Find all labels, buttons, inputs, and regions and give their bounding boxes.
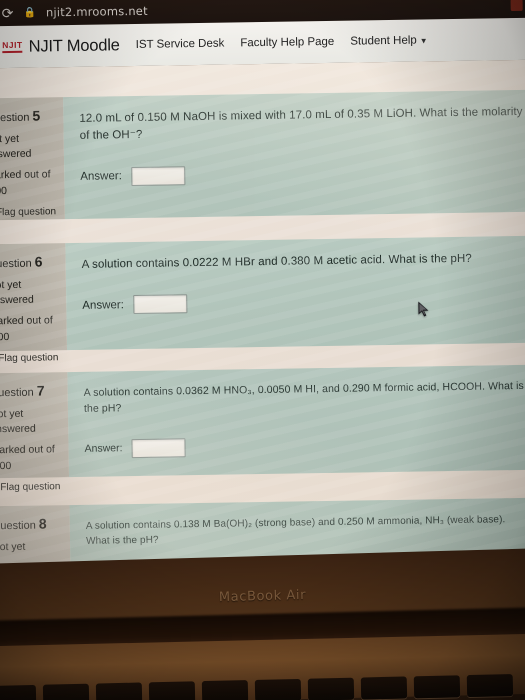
- nav-link-ist-service-desk[interactable]: IST Service Desk: [136, 38, 225, 51]
- question-7-flag-button[interactable]: ⚑Flag question: [0, 480, 63, 496]
- chrome-right-corner: [510, 0, 525, 12]
- question-7-text: A solution contains 0.0362 M HNO₃, 0.005…: [83, 379, 524, 415]
- question-6-status: Not yet answered: [0, 278, 34, 307]
- keyboard-key: [360, 676, 408, 700]
- keyboard-key: [413, 675, 461, 699]
- question-6-flag-label: Flag question: [0, 352, 59, 364]
- app-badge-icon: [510, 0, 523, 12]
- question-5-info-panel: Question 5 Not yet answered Marked out o…: [0, 97, 65, 221]
- question-6-marks: Marked out of 1.00: [0, 314, 53, 343]
- question-5-status: Not yet answered: [0, 132, 32, 161]
- question-8-number-value: 8: [38, 515, 47, 532]
- njit-logo-icon: NJIT: [2, 40, 23, 53]
- question-block-6: Question 6 Not yet answered Marked out o…: [0, 235, 525, 364]
- address-bar-url[interactable]: njit2.mrooms.net: [46, 4, 148, 20]
- keyboard-key: [95, 682, 143, 700]
- site-brand[interactable]: NJIT NJIT Moodle: [2, 36, 120, 57]
- laptop-photograph: ⟳ 🔒 njit2.mrooms.net NJIT NJIT Moodle IS…: [0, 0, 525, 700]
- question-7-number-value: 7: [36, 382, 45, 399]
- question-7-flag-label: Flag question: [0, 481, 61, 493]
- keyboard-key: [0, 684, 37, 700]
- question-7-answer-row: Answer:: [84, 432, 525, 458]
- question-7-content: A solution contains 0.0362 M HNO₃, 0.005…: [67, 364, 525, 478]
- keyboard-key: [466, 674, 514, 698]
- question-7-number-label: Question: [0, 386, 34, 400]
- question-7-info-panel: Question 7 Not yet answered Marked out o…: [0, 372, 70, 493]
- question-8-number-label: Question: [0, 519, 36, 533]
- chevron-down-icon: ▼: [419, 36, 428, 46]
- keyboard-key: [307, 677, 355, 700]
- question-6-flag-button[interactable]: ⚑Flag question: [0, 351, 61, 367]
- question-block-7: Question 7 Not yet answered Marked out o…: [0, 364, 525, 493]
- brand-title: NJIT Moodle: [28, 35, 120, 56]
- question-5-content: 12.0 mL of 0.150 M NaOH is mixed with 17…: [63, 89, 525, 220]
- nav-link-faculty-help-page[interactable]: Faculty Help Page: [240, 36, 334, 49]
- question-7-marks: Marked out of 1.00: [0, 443, 55, 472]
- question-5-flag-button[interactable]: ⚑Flag question: [0, 205, 59, 221]
- question-7-answer-label: Answer:: [84, 442, 123, 455]
- question-6-answer-input[interactable]: [132, 294, 188, 315]
- question-5-number: Question 5: [0, 105, 58, 127]
- nav-link-student-help-label: Student Help: [350, 34, 417, 48]
- question-6-text: A solution contains 0.0222 M HBr and 0.3…: [81, 252, 472, 271]
- question-6-number-label: Question: [0, 257, 32, 271]
- question-6-content: A solution contains 0.0222 M HBr and 0.3…: [65, 235, 525, 351]
- question-6-answer-label: Answer:: [82, 298, 124, 312]
- question-7-status: Not yet answered: [0, 407, 36, 436]
- question-5-number-label: Question: [0, 111, 30, 125]
- question-8-status: Not yet: [0, 540, 26, 554]
- reload-icon[interactable]: ⟳: [2, 5, 14, 21]
- question-block-5: Question 5 Not yet answered Marked out o…: [0, 89, 525, 221]
- question-6-answer-row: Answer:: [82, 289, 525, 315]
- lock-icon: 🔒: [23, 7, 36, 19]
- question-5-flag-label: Flag question: [0, 206, 57, 219]
- keyboard-key: [254, 678, 302, 700]
- mouse-cursor-icon: [418, 301, 429, 317]
- question-6-number-value: 6: [34, 253, 43, 270]
- question-5-marks: Marked out of 1.00: [0, 168, 51, 197]
- question-5-answer-label: Answer:: [80, 170, 122, 183]
- quiz-page-body: Question 5 Not yet answered Marked out o…: [0, 59, 525, 576]
- question-5-answer-row: Answer:: [80, 160, 524, 186]
- question-6-number: Question 6: [0, 251, 60, 273]
- question-5-number-value: 5: [32, 107, 41, 124]
- keyboard-key: [201, 680, 249, 700]
- question-8-info-panel: Question 8 Not yet: [0, 505, 71, 569]
- keyboard-key: [148, 681, 196, 700]
- nav-link-student-help[interactable]: Student Help ▼: [350, 34, 428, 48]
- keyboard-key: [42, 683, 90, 700]
- question-7-number: Question 7: [0, 380, 62, 402]
- question-5-text: 12.0 mL of 0.150 M NaOH is mixed with 17…: [79, 105, 523, 143]
- question-7-answer-input[interactable]: [131, 437, 186, 458]
- laptop-screen: ⟳ 🔒 njit2.mrooms.net NJIT NJIT Moodle IS…: [0, 0, 525, 576]
- question-6-info-panel: Question 6 Not yet answered Marked out o…: [0, 243, 68, 364]
- question-8-text: A solution contains 0.138 M Ba(OH)₂ (str…: [85, 514, 506, 547]
- question-5-answer-input[interactable]: [130, 165, 185, 186]
- question-8-number: Question 8: [0, 513, 64, 535]
